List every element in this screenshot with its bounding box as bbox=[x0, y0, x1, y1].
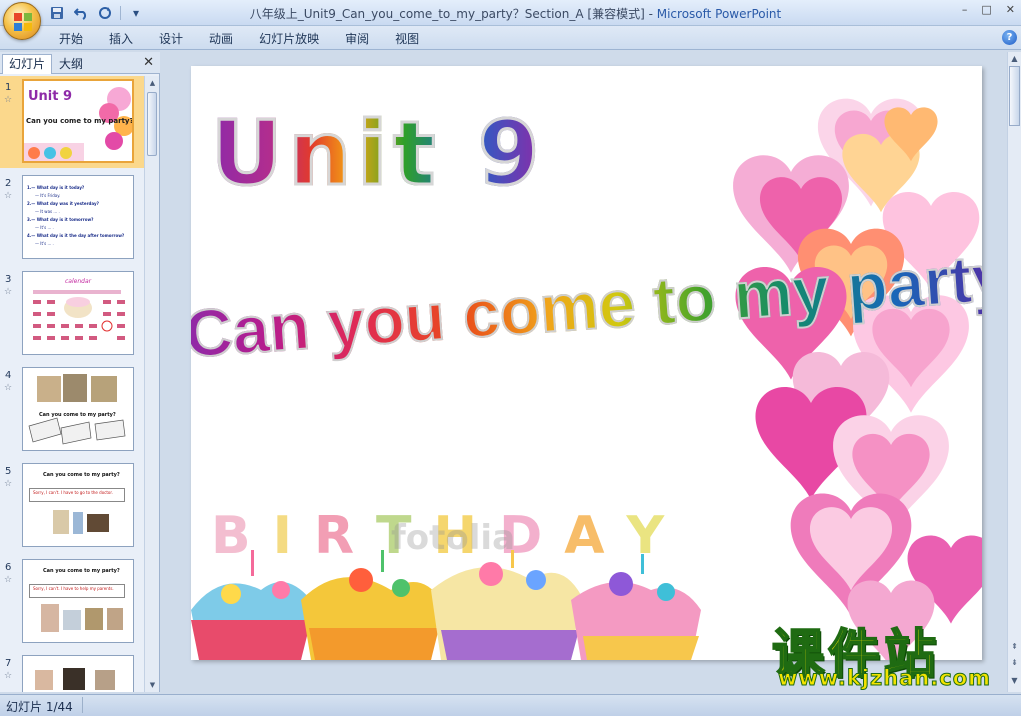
tab-insert[interactable]: 插入 bbox=[96, 30, 146, 48]
animation-star-icon: ☆ bbox=[4, 287, 13, 297]
thumb2-line: — It was ... . bbox=[35, 209, 60, 214]
thumb2-line: 2.— What day was it yesterday? bbox=[27, 201, 99, 206]
slide-canvas[interactable]: Unit 9 Can you come to my party? B I R T… bbox=[191, 66, 982, 660]
tab-review[interactable]: 审阅 bbox=[332, 30, 382, 48]
slide-number: 4 bbox=[5, 370, 12, 381]
thumb4-caption: Can you come to my party? bbox=[39, 412, 116, 418]
close-panel-icon[interactable]: ✕ bbox=[143, 55, 154, 70]
thumbnail-preview: Unit 9 Can you come to my party? bbox=[22, 79, 134, 163]
slide-number: 6 bbox=[5, 562, 12, 573]
slide-thumbnail-5[interactable]: 5 ☆ Can you come to my party? Sorry, I c… bbox=[0, 460, 144, 552]
thumb2-line: 4.— What day is it the day after tomorro… bbox=[27, 233, 125, 238]
window-controls: – □ ✕ bbox=[962, 3, 1015, 16]
slide-thumbnail-3[interactable]: 3 ☆ calendar bbox=[0, 268, 144, 360]
animation-star-icon: ☆ bbox=[4, 671, 13, 681]
animation-star-icon: ☆ bbox=[4, 95, 13, 105]
slide-thumbnail-7[interactable]: 7 ☆ bbox=[0, 652, 144, 692]
thumb6-note: Sorry, I can't. I have to help my parent… bbox=[33, 586, 114, 591]
tab-design[interactable]: 设计 bbox=[146, 30, 196, 48]
thumb2-line: — It's ... . bbox=[35, 241, 54, 246]
thumb5-note: Sorry, I can't. I have to go to the doct… bbox=[33, 490, 113, 495]
office-button[interactable] bbox=[3, 2, 41, 40]
thumbnail-preview bbox=[22, 655, 134, 692]
status-divider bbox=[82, 697, 83, 713]
tab-slideshow[interactable]: 幻灯片放映 bbox=[246, 30, 332, 48]
thumb2-line: — It's Friday. bbox=[35, 193, 61, 198]
thumb4-photos bbox=[28, 374, 126, 445]
thumb2-line: 1.— What day is it today? bbox=[27, 185, 85, 190]
tab-outline[interactable]: 大纲 bbox=[52, 54, 90, 74]
help-icon[interactable]: ? bbox=[1002, 30, 1017, 45]
slide-counter: 幻灯片 1/44 bbox=[6, 700, 73, 714]
site-watermark-url: www.kjzhan.com bbox=[777, 666, 992, 691]
tab-home[interactable]: 开始 bbox=[46, 30, 96, 48]
thumb7-photos bbox=[35, 668, 115, 690]
animation-star-icon: ☆ bbox=[4, 191, 13, 201]
thumbnail-preview: Can you come to my party? Sorry, I can't… bbox=[22, 559, 134, 643]
scroll-thumb[interactable] bbox=[147, 92, 157, 156]
thumbnail-list: 1 ☆ Unit 9 Can you come to my party? 2 ☆… bbox=[0, 76, 144, 692]
thumbnail-preview: Can you come to my party? bbox=[22, 367, 134, 451]
slide-scrollbar[interactable]: ▲ ⇞ ⇟ ▼ bbox=[1007, 52, 1021, 692]
slide-editor: Unit 9 Can you come to my party? B I R T… bbox=[162, 52, 1007, 692]
animation-star-icon: ☆ bbox=[4, 383, 13, 393]
status-bar: 幻灯片 1/44 bbox=[0, 694, 1021, 716]
thumbnail-preview: 1.— What day is it today? — It's Friday.… bbox=[22, 175, 134, 259]
thumb5-caption: Can you come to my party? bbox=[43, 472, 120, 478]
minimize-button[interactable]: – bbox=[962, 3, 968, 16]
thumbnail-scrollbar[interactable]: ▲ ▼ bbox=[144, 76, 159, 692]
scroll-up-icon[interactable]: ▲ bbox=[145, 76, 160, 90]
slide-thumbnail-4[interactable]: 4 ☆ Can you come to my party? bbox=[0, 364, 144, 456]
slide-number: 1 bbox=[5, 82, 12, 93]
slide-thumbnail-2[interactable]: 2 ☆ 1.— What day is it today? — It's Fri… bbox=[0, 172, 144, 264]
office-logo-icon bbox=[14, 13, 32, 31]
slide-number: 2 bbox=[5, 178, 12, 189]
slide-number: 7 bbox=[5, 658, 12, 669]
ribbon-tab-bar: 开始 插入 设计 动画 幻灯片放映 审阅 视图 ? bbox=[0, 26, 1021, 50]
slide-number: 5 bbox=[5, 466, 12, 477]
scroll-down-icon[interactable]: ▼ bbox=[1008, 676, 1021, 685]
thumb1-title: Unit 9 bbox=[28, 89, 73, 104]
thumb1-subtitle: Can you come to my party? bbox=[26, 117, 134, 125]
previous-slide-icon[interactable]: ⇞ bbox=[1008, 642, 1021, 651]
close-button[interactable]: ✕ bbox=[1006, 3, 1015, 16]
thumb3-heading: calendar bbox=[65, 278, 92, 285]
scroll-down-icon[interactable]: ▼ bbox=[145, 678, 160, 692]
tab-view[interactable]: 视图 bbox=[382, 30, 432, 48]
scroll-up-icon[interactable]: ▲ bbox=[1008, 54, 1021, 63]
slide-number: 3 bbox=[5, 274, 12, 285]
window-title: 八年级上_Unit9_Can_you_come_to_my_party？Sect… bbox=[249, 7, 782, 21]
app-name: Microsoft PowerPoint bbox=[656, 7, 782, 21]
tab-animations[interactable]: 动画 bbox=[196, 30, 246, 48]
panel-tabs: 幻灯片 大纲 ✕ bbox=[0, 52, 160, 74]
thumb6-caption: Can you come to my party? bbox=[43, 568, 120, 574]
scroll-thumb[interactable] bbox=[1009, 66, 1020, 126]
animation-star-icon: ☆ bbox=[4, 575, 13, 585]
document-title: 八年级上_Unit9_Can_you_come_to_my_party？Sect… bbox=[249, 7, 645, 21]
thumbnail-preview: Can you come to my party? Sorry, I can't… bbox=[22, 463, 134, 547]
slides-panel: 幻灯片 大纲 ✕ 1 ☆ Unit 9 Can you come to my p… bbox=[0, 52, 160, 692]
title-bar: ▾ 八年级上_Unit9_Can_you_come_to_my_party？Se… bbox=[0, 0, 1021, 26]
thumb2-line: — It's ... . bbox=[35, 225, 54, 230]
thumbnail-preview: calendar bbox=[22, 271, 134, 355]
next-slide-icon[interactable]: ⇟ bbox=[1008, 658, 1021, 667]
slide-thumbnail-6[interactable]: 6 ☆ Can you come to my party? Sorry, I c… bbox=[0, 556, 144, 648]
tab-slides[interactable]: 幻灯片 bbox=[2, 54, 53, 74]
cupcakes-image bbox=[191, 550, 701, 660]
thumb2-line: 3.— What day is it tomorrow? bbox=[27, 217, 94, 222]
animation-star-icon: ☆ bbox=[4, 479, 13, 489]
maximize-button[interactable]: □ bbox=[981, 3, 991, 16]
slide-title: Unit 9 bbox=[209, 101, 546, 207]
unit-title-text: Unit 9 bbox=[209, 101, 546, 207]
slide-thumbnail-1[interactable]: 1 ☆ Unit 9 Can you come to my party? bbox=[0, 76, 144, 168]
